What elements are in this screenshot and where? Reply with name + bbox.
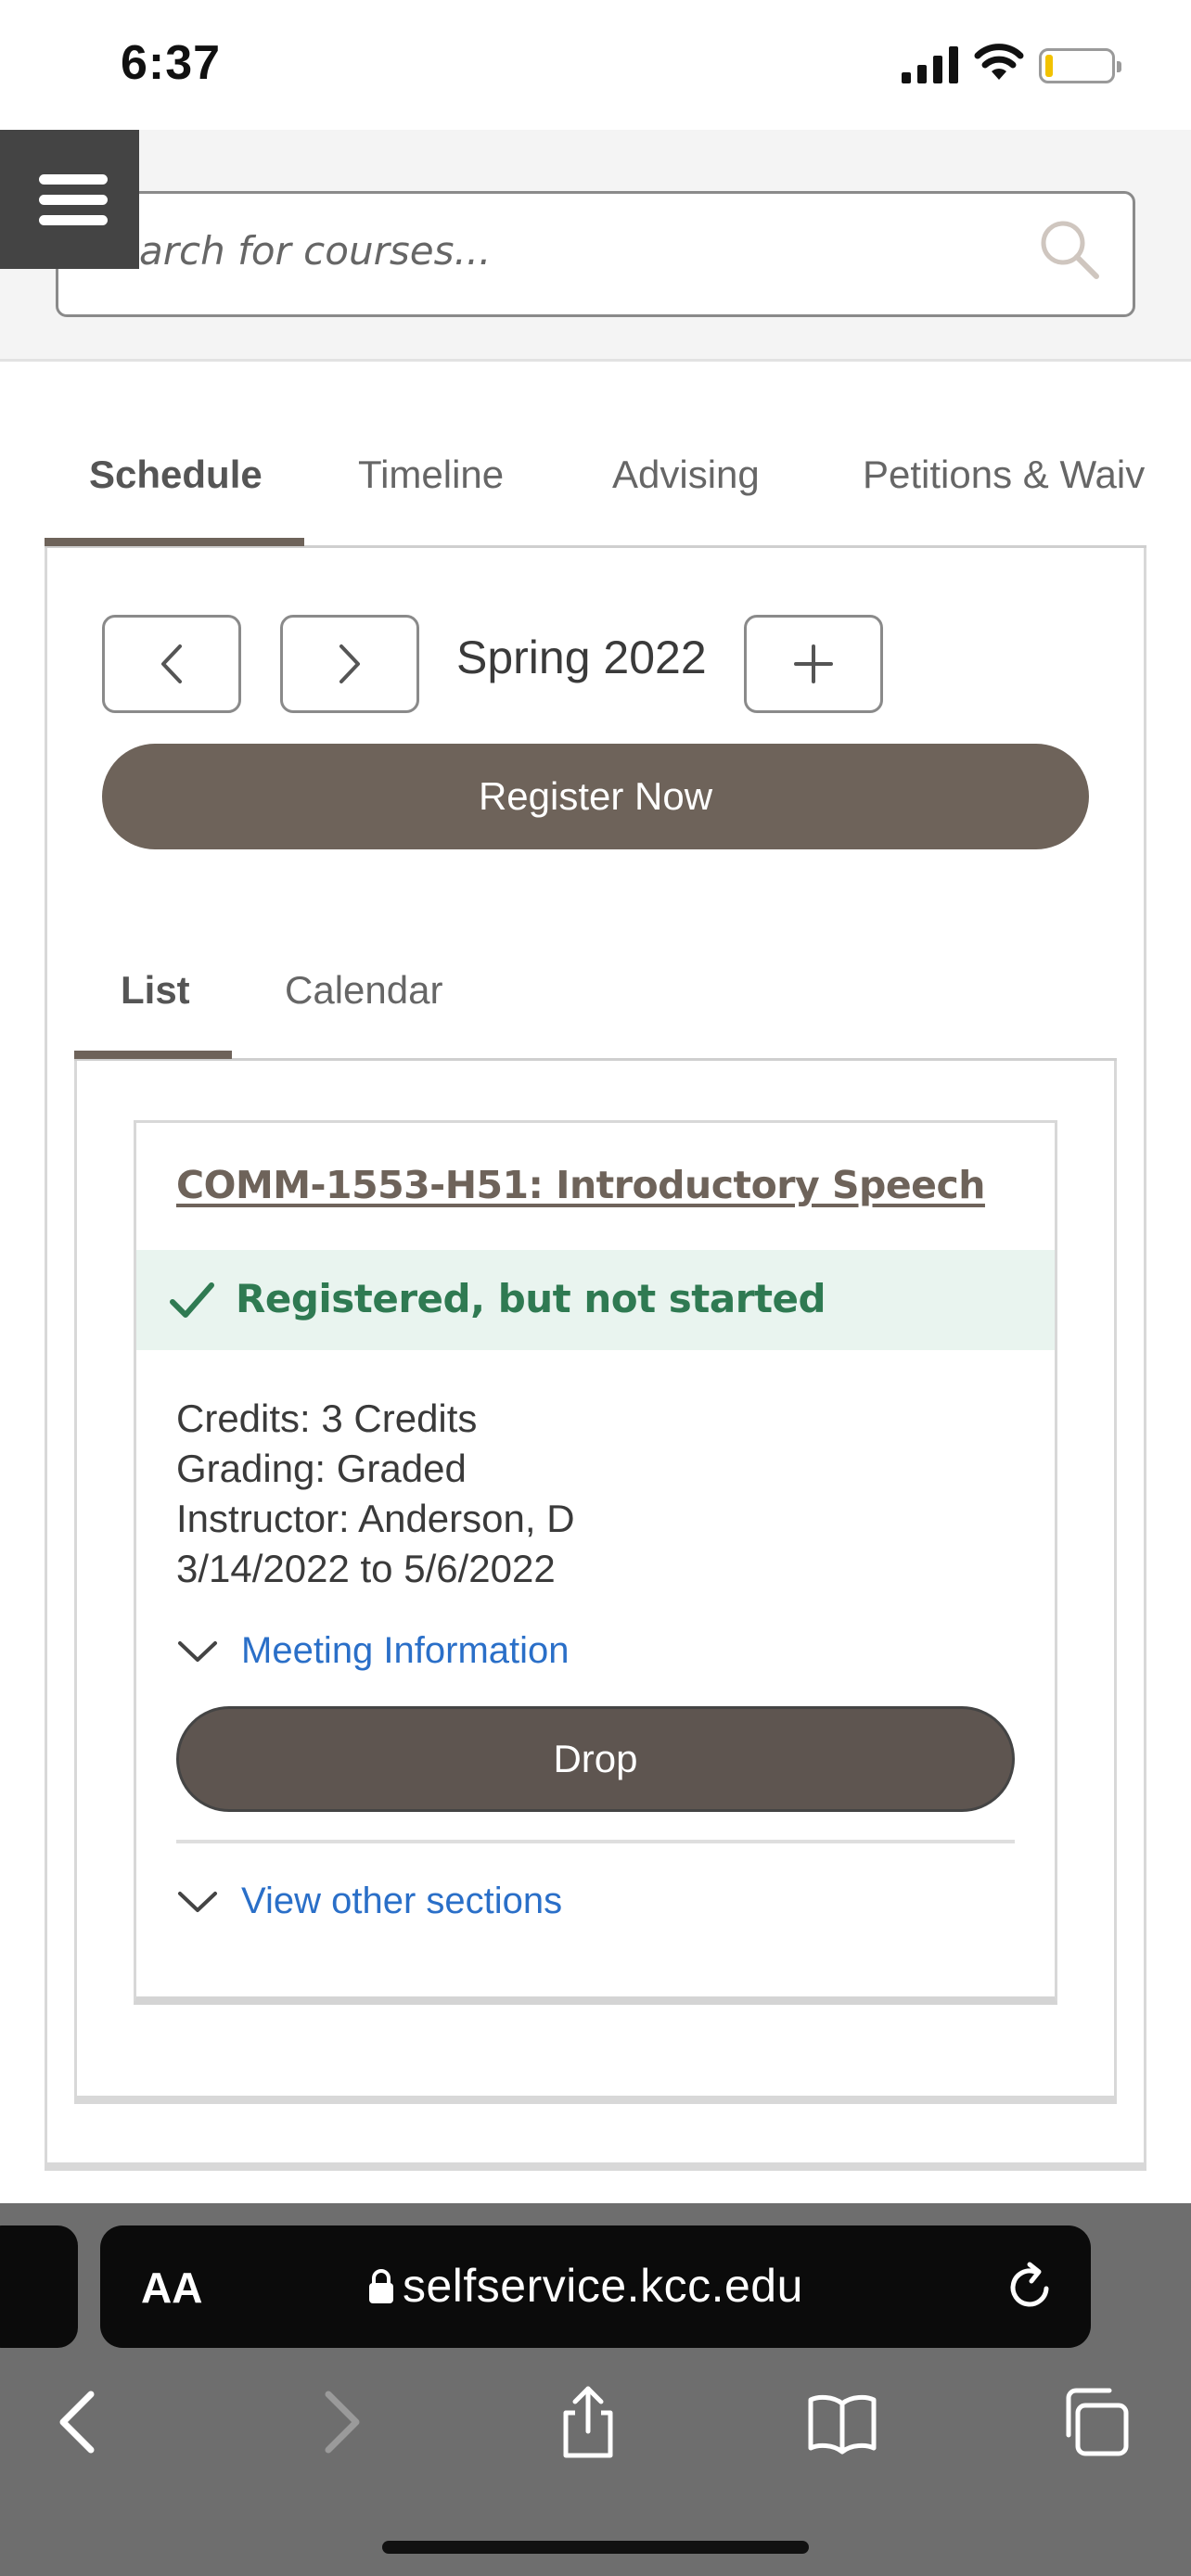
url-text: selfservice.kcc.edu [403,2260,803,2312]
previous-tab-preview[interactable] [0,2225,78,2348]
tab-schedule[interactable]: Schedule [89,453,263,497]
menu-icon [39,174,108,185]
reader-settings-button[interactable]: AA [141,2263,202,2313]
chevron-left-icon [161,644,182,683]
active-tab-indicator [45,538,304,546]
credits-text: Credits: 3 Credits [176,1396,478,1440]
plus-icon [794,644,833,683]
previous-term-button[interactable] [102,615,241,713]
home-indicator [382,2541,809,2554]
tab-timeline[interactable]: Timeline [358,453,504,497]
course-title-link[interactable]: COMM-1553-H51: Introductory Speech [176,1163,985,1207]
drop-button[interactable]: Drop [176,1706,1015,1812]
dates-text: 3/14/2022 to 5/6/2022 [176,1547,556,1590]
search-icon[interactable] [1037,217,1102,282]
tab-calendar[interactable]: Calendar [285,968,442,1013]
active-subtab-indicator [74,1051,232,1059]
status-time: 6:37 [121,36,222,90]
tabs-icon[interactable] [1059,2385,1133,2459]
cellular-signal-icon [902,46,958,83]
chevron-down-icon[interactable] [176,1888,219,1916]
register-now-button[interactable]: Register Now [102,744,1089,849]
tab-advising[interactable]: Advising [612,453,760,497]
term-label: Spring 2022 [456,631,707,683]
back-icon[interactable] [43,2385,117,2459]
view-other-sections-link[interactable]: View other sections [241,1881,562,1922]
divider [176,1840,1015,1843]
meeting-information-link[interactable]: Meeting Information [241,1630,570,1672]
forward-icon[interactable] [302,2385,377,2459]
add-term-button[interactable] [744,615,883,713]
bookmarks-icon[interactable] [805,2385,879,2459]
instructor-text: Instructor: Anderson, D [176,1497,575,1540]
chevron-down-icon[interactable] [176,1638,219,1665]
check-icon [170,1282,214,1318]
wifi-icon [974,44,1024,80]
hamburger-menu-button[interactable] [0,130,139,269]
lock-icon [369,2269,393,2303]
chevron-right-icon [339,644,360,683]
share-icon[interactable] [551,2385,625,2459]
battery-icon [1039,48,1121,83]
next-term-button[interactable] [280,615,419,713]
tab-petitions-waivers[interactable]: Petitions & Waiv [863,453,1191,497]
grading-text: Grading: Graded [176,1447,467,1490]
reload-icon[interactable] [1004,2261,1056,2313]
registration-status: Registered, but not started [236,1276,826,1321]
search-placeholder: arch for courses... [139,228,492,274]
tab-list[interactable]: List [121,968,190,1013]
